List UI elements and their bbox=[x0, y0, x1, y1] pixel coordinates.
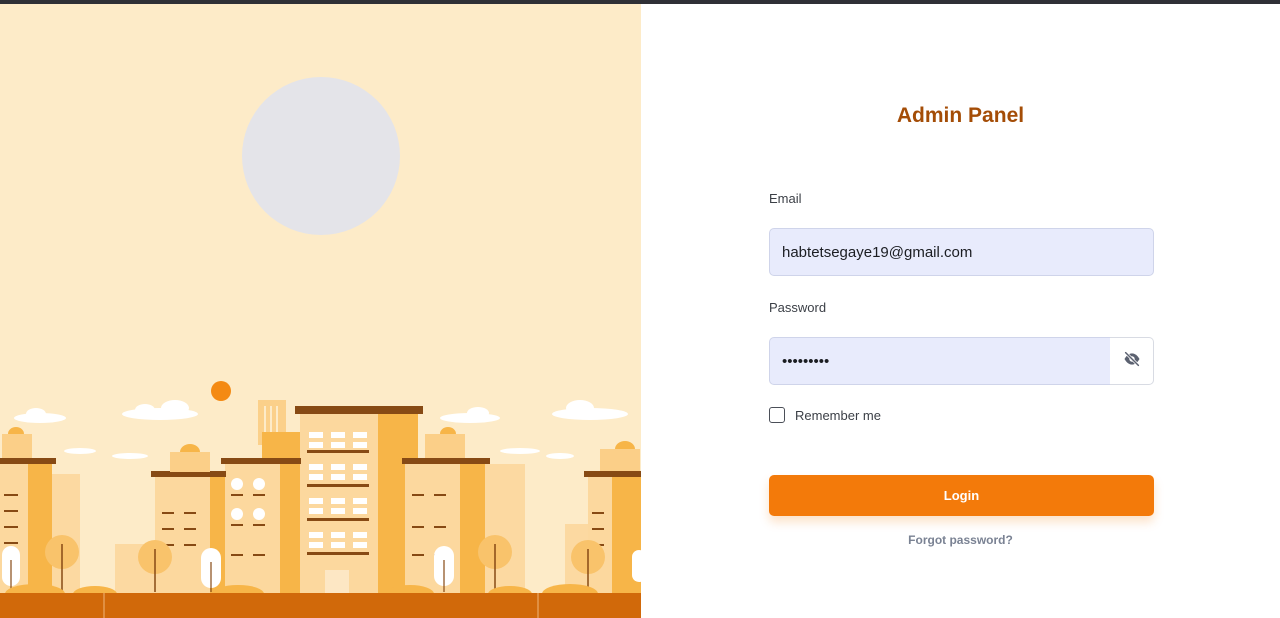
remember-me-checkbox[interactable] bbox=[769, 407, 785, 423]
password-input[interactable] bbox=[769, 337, 1111, 385]
email-input[interactable] bbox=[769, 228, 1154, 276]
login-button[interactable]: Login bbox=[769, 475, 1154, 516]
email-label: Email bbox=[769, 191, 802, 206]
password-label: Password bbox=[769, 300, 827, 315]
remember-me-label[interactable]: Remember me bbox=[795, 408, 881, 423]
password-visibility-toggle[interactable] bbox=[1110, 337, 1154, 385]
city-skyline-image bbox=[0, 4, 641, 618]
login-panel: Admin Panel Email Password Remember me L… bbox=[641, 4, 1280, 618]
forgot-password-link[interactable]: Forgot password? bbox=[641, 533, 1280, 547]
eye-off-icon bbox=[1123, 350, 1141, 373]
city-illustration bbox=[0, 4, 641, 618]
page-title: Admin Panel bbox=[896, 104, 1025, 127]
remember-me: Remember me bbox=[769, 407, 881, 423]
